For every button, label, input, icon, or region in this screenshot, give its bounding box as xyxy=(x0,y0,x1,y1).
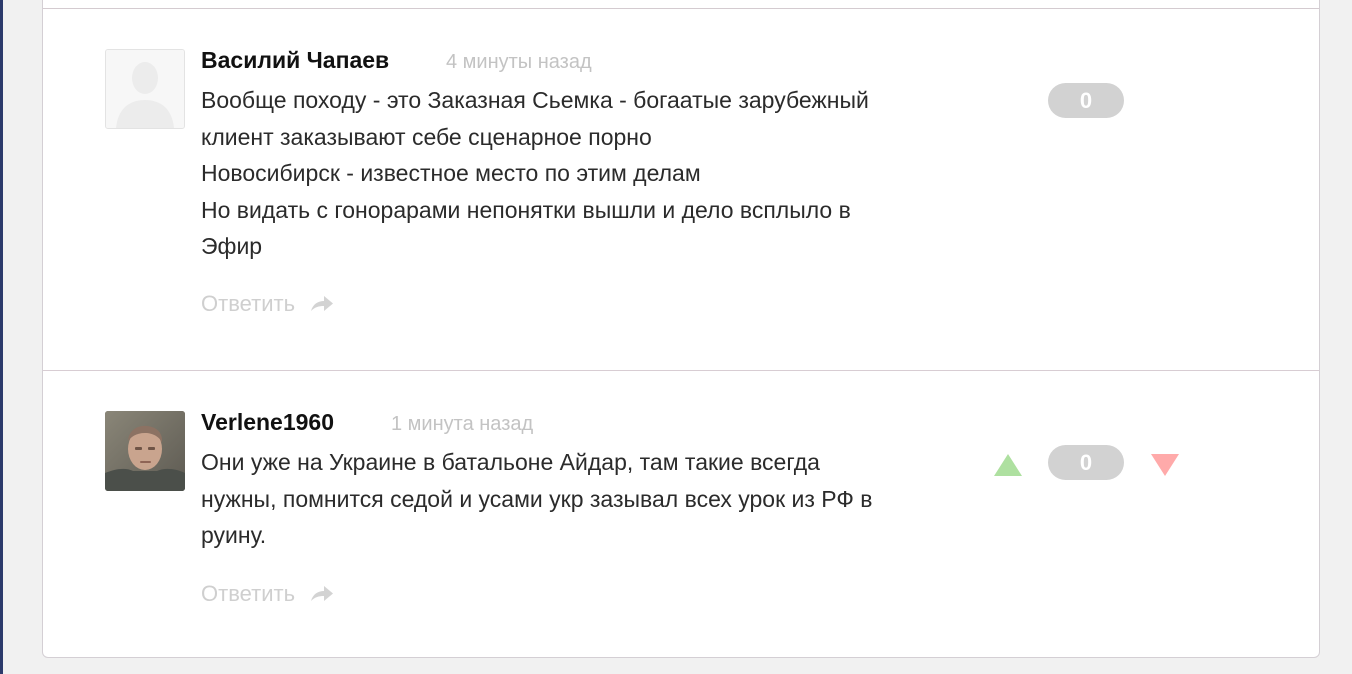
comment-line: Эфир xyxy=(201,233,263,259)
vote-up-icon[interactable] xyxy=(993,453,1023,482)
comment-text: Они уже на Украине в батальоне Айдар, та… xyxy=(201,444,961,554)
comment: Verlene1960 1 минута назад Они уже на Ук… xyxy=(43,371,1319,658)
comment-line: Они уже на Украине в батальоне Айдар, та… xyxy=(201,449,820,475)
comment: Василий Чапаев 4 минуты назад Вообще пох… xyxy=(43,9,1319,371)
comment-text: Вообще походу - это Заказная Сьемка - бо… xyxy=(201,82,961,265)
comments-panel: Василий Чапаев 4 минуты назад Вообще пох… xyxy=(42,0,1320,658)
reply-button[interactable]: Ответить xyxy=(201,581,335,607)
comment-time: 1 минута назад xyxy=(391,413,534,435)
comment-line: Вообще походу - это Заказная Сьемка - бо… xyxy=(201,87,869,113)
reply-button[interactable]: Ответить xyxy=(201,291,335,317)
comment-author[interactable]: Verlene1960 xyxy=(201,409,334,436)
reply-label: Ответить xyxy=(201,581,296,606)
comment-line: руину. xyxy=(201,522,267,548)
page: Василий Чапаев 4 минуты назад Вообще пох… xyxy=(0,0,1352,674)
reply-label: Ответить xyxy=(201,291,296,316)
reply-arrow-icon xyxy=(311,586,334,601)
avatar[interactable] xyxy=(105,411,185,491)
comment-time: 4 минуты назад xyxy=(446,51,592,73)
comment-line: Но видать с гонорарами непонятки вышли и… xyxy=(201,196,851,223)
default-avatar-icon[interactable] xyxy=(105,49,185,129)
comment-line: нужны, помнится седой и усами укр зазыва… xyxy=(201,485,873,512)
left-edge xyxy=(0,0,3,674)
comment-line: клиент заказывают себе сценарное порно xyxy=(201,123,652,150)
comment-score: 0 xyxy=(1048,83,1124,118)
reply-arrow-icon xyxy=(311,296,334,311)
comment-line: Новосибирск - известное место по этим де… xyxy=(201,160,701,186)
comment-score: 0 xyxy=(1048,445,1124,480)
vote-down-icon[interactable] xyxy=(1150,453,1180,482)
comment-author[interactable]: Василий Чапаев xyxy=(201,47,389,74)
